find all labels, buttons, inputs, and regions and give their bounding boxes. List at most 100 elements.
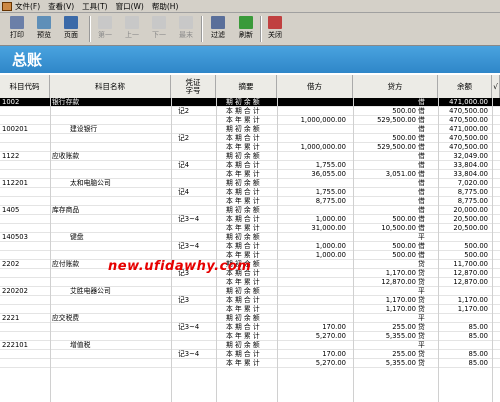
last-icon	[179, 16, 193, 29]
table-row[interactable]: 本 年 累 计 1,000,000.00 529,500.00 借 470,500.00	[0, 143, 500, 152]
table-row[interactable]: 本 年 累 计 5,270.00 5,355.00 贷 85.00	[0, 332, 500, 341]
table-row[interactable]: 1405 库存商品期 初 余 额借 20,000.00	[0, 206, 500, 215]
toolbar-button-9[interactable]: 关闭	[262, 15, 288, 43]
table-row[interactable]: 222101 增值税期 初 余 额平	[0, 341, 500, 350]
table-row[interactable]: 本 年 累 计 1,170.00 贷 1,170.00	[0, 305, 500, 314]
toolbar-button-1[interactable]: 预览	[31, 15, 57, 43]
cell-debit	[280, 134, 346, 143]
toolbar-button-label: 过滤	[211, 31, 225, 39]
cell-voucher	[178, 152, 218, 161]
column-header[interactable]: 借方	[277, 75, 353, 98]
cell-debit	[280, 98, 346, 107]
cell-code	[2, 224, 50, 233]
table-row[interactable]: 2221 应交税费期 初 余 额平	[0, 314, 500, 323]
cell-code: 222101	[2, 341, 28, 349]
cell-voucher: 记3~4	[178, 350, 200, 358]
cell-debit: 1,755.00	[315, 161, 346, 169]
cell-credit	[355, 179, 416, 188]
cell-credit	[355, 98, 416, 107]
cell-voucher	[178, 179, 218, 188]
cell-code	[2, 116, 50, 125]
cell-dir: 借	[418, 179, 425, 187]
table-row[interactable]: 记3 本 期 合 计 1,170.00 贷 1,170.00	[0, 296, 500, 305]
cell-code: 1122	[2, 152, 20, 160]
table-row[interactable]: 本 年 累 计 8,775.00 借 8,775.00	[0, 197, 500, 206]
cell-debit	[280, 206, 346, 215]
cell-code	[2, 278, 50, 287]
cell-name	[52, 188, 152, 197]
cell-credit: 500.00	[392, 107, 416, 115]
menu-tools[interactable]: 工具(T)	[82, 1, 107, 12]
cell-voucher: 记3~4	[178, 323, 200, 331]
cell-dir: 贷	[418, 260, 425, 268]
table-row[interactable]: 记3~4 本 期 合 计 170.00 255.00 贷 85.00	[0, 350, 500, 359]
watermark-text: new.ufidawhy.com	[108, 259, 252, 274]
cell-code	[2, 323, 50, 332]
table-row[interactable]: 记4 本 期 合 计 1,755.00 借 8,775.00	[0, 188, 500, 197]
first-icon	[98, 16, 112, 29]
table-row[interactable]: 记3~4 本 期 合 计 1,000.00 500.00 借 20,500.00	[0, 215, 500, 224]
cell-dir: 借	[418, 161, 425, 169]
table-row[interactable]: 112201 太和电脑公司期 初 余 额借 7,020.00	[0, 179, 500, 188]
table-row[interactable]: 记3~4 本 期 合 计 1,000.00 500.00 借 500.00	[0, 242, 500, 251]
table-row[interactable]: 记2 本 期 合 计 500.00 借 470,500.00	[0, 107, 500, 116]
toolbar-button-8[interactable]: 刷新	[233, 15, 259, 43]
preview-icon	[37, 16, 51, 29]
toolbar-button-3[interactable]: 第一	[92, 15, 118, 43]
cell-dir: 借	[418, 188, 425, 196]
table-row[interactable]: 1002 银行存款期 初 余 额借 471,000.00	[0, 98, 500, 107]
grid-line	[438, 98, 439, 402]
column-header[interactable]: 凭证字号	[171, 75, 216, 98]
cell-credit: 500.00	[392, 134, 416, 142]
cell-credit: 255.00	[392, 323, 416, 331]
cell-name	[52, 242, 152, 251]
table-row[interactable]: 本 年 累 计 1,000,000.00 529,500.00 借 470,500.00	[0, 116, 500, 125]
cell-code: 100201	[2, 125, 28, 133]
column-header[interactable]: 摘要	[216, 75, 277, 98]
cell-debit: 1,000.00	[315, 242, 346, 250]
toolbar-button-6[interactable]: 最末	[173, 15, 199, 43]
cell-dir: 借	[418, 107, 425, 115]
table-row[interactable]: 记4 本 期 合 计 1,755.00 借 33,804.00	[0, 161, 500, 170]
toolbar-button-2[interactable]: 页面	[58, 15, 84, 43]
menu-view[interactable]: 查看(V)	[48, 1, 74, 12]
table-row[interactable]: 100201 建设银行期 初 余 额借 471,000.00	[0, 125, 500, 134]
table-row[interactable]: 本 年 累 计 36,055.00 3,051.00 借 33,804.00	[0, 170, 500, 179]
toolbar-button-4[interactable]: 上一	[119, 15, 145, 43]
table-row[interactable]: 140503 键盘期 初 余 额平	[0, 233, 500, 242]
cell-code	[2, 359, 50, 368]
cell-voucher: 记2	[178, 107, 190, 115]
column-header[interactable]: 余额	[438, 75, 492, 98]
menu-file[interactable]: 文件(F)	[15, 1, 40, 12]
table-row[interactable]: 记3~4 本 期 合 计 170.00 255.00 贷 85.00	[0, 323, 500, 332]
cell-name: 增值税	[70, 341, 91, 349]
toolbar-button-label: 上一	[125, 31, 139, 39]
table-row[interactable]: 本 年 累 计 5,270.00 5,355.00 贷 85.00	[0, 359, 500, 368]
cell-code	[2, 170, 50, 179]
menu-help[interactable]: 帮助(H)	[152, 1, 179, 12]
menu-bar: 文件(F) 查看(V) 工具(T) 窗口(W) 帮助(H)	[0, 0, 500, 13]
menu-window[interactable]: 窗口(W)	[116, 1, 144, 12]
table-row[interactable]: 1122 应收账款期 初 余 额借 32,049.00	[0, 152, 500, 161]
column-header[interactable]: √	[492, 75, 500, 98]
cell-dir: 贷	[418, 359, 425, 367]
toolbar-button-7[interactable]: 过滤	[205, 15, 231, 43]
next-icon	[152, 16, 166, 29]
column-header[interactable]: 科目名称	[50, 75, 171, 98]
cell-dir: 贷	[418, 332, 425, 340]
toolbar-button-0[interactable]: 打印	[4, 15, 30, 43]
table-row[interactable]: 记2 本 期 合 计 500.00 借 470,500.00	[0, 134, 500, 143]
table-row[interactable]: 本 年 累 计 12,870.00 贷 12,870.00	[0, 278, 500, 287]
cell-debit: 36,055.00	[311, 170, 346, 178]
cell-debit	[280, 260, 346, 269]
table-row[interactable]: 本 年 累 计 31,000.00 10,500.00 借 20,500.00	[0, 224, 500, 233]
cell-code	[2, 350, 50, 359]
cell-debit	[280, 305, 346, 314]
table-row[interactable]: 220202 艾胜电器公司期 初 余 额平	[0, 287, 500, 296]
cell-credit	[355, 197, 416, 206]
toolbar-button-5[interactable]: 下一	[146, 15, 172, 43]
cell-voucher	[178, 278, 218, 287]
column-header[interactable]: 科目代码	[0, 75, 50, 98]
cell-credit	[355, 206, 416, 215]
column-header[interactable]: 贷方	[353, 75, 438, 98]
